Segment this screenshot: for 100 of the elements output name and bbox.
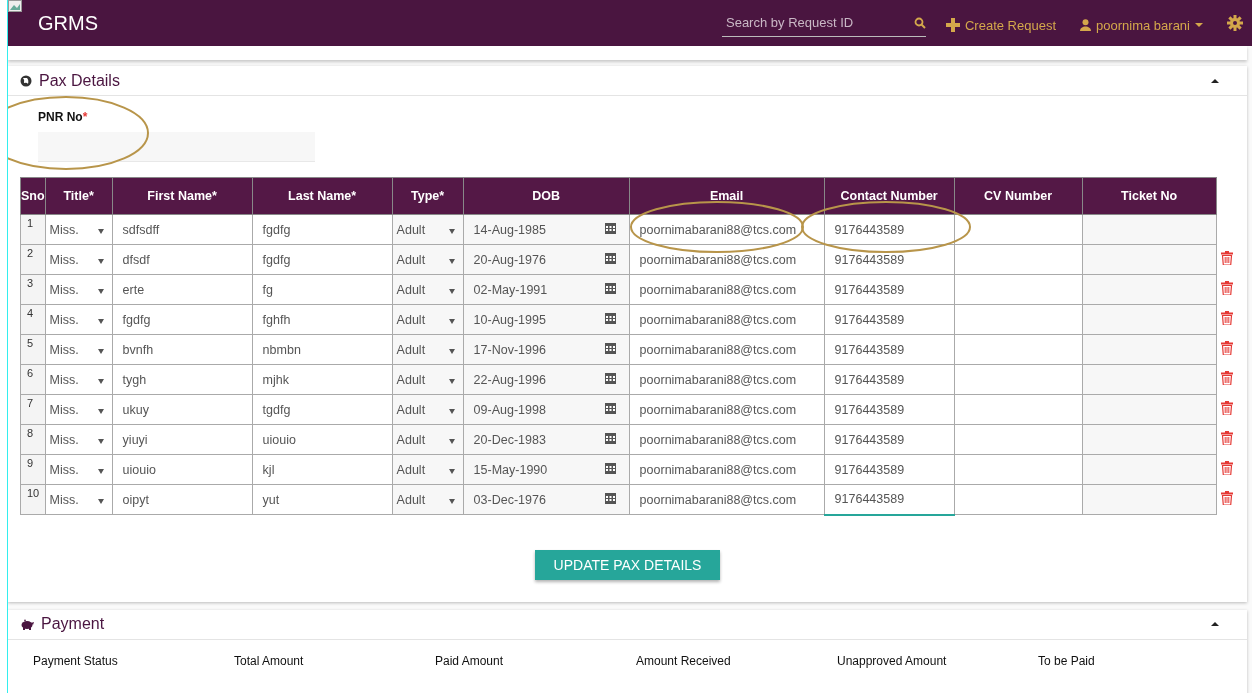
trash-icon[interactable] [1220,341,1233,355]
input-field[interactable]: fgdfg [112,304,253,335]
collapse-caret-icon[interactable] [1211,78,1219,83]
select-field[interactable]: Miss. [45,394,113,425]
input-field[interactable] [954,334,1083,365]
date-field[interactable]: 02-May-1991 [463,274,630,305]
input-field[interactable]: 9176443589 [824,484,955,515]
select-field[interactable]: Miss. [45,274,113,305]
input-field[interactable] [954,304,1083,335]
input-field[interactable] [954,244,1083,275]
input-field[interactable]: tgdfg [252,394,393,425]
input-field[interactable]: yiuyi [112,424,253,455]
select-field[interactable]: Miss. [45,304,113,335]
trash-icon[interactable] [1220,251,1233,265]
input-field[interactable] [954,274,1083,305]
input-field[interactable]: 9176443589 [824,304,955,335]
select-field[interactable]: Miss. [45,244,113,275]
input-field[interactable]: bvnfh [112,334,253,365]
input-field[interactable] [1082,274,1217,305]
input-field[interactable]: poornimabarani88@tcs.com [629,244,825,275]
input-field[interactable] [1082,214,1217,245]
search-field[interactable]: Search by Request ID [722,15,914,30]
collapse-caret-icon[interactable] [1211,622,1219,626]
select-field[interactable]: Miss. [45,334,113,365]
input-field[interactable]: poornimabarani88@tcs.com [629,364,825,395]
input-field[interactable]: 9176443589 [824,244,955,275]
input-field[interactable]: 9176443589 [824,334,955,365]
trash-icon[interactable] [1220,431,1233,445]
date-field[interactable]: 20-Aug-1976 [463,244,630,275]
trash-icon[interactable] [1220,281,1233,295]
date-field[interactable]: 03-Dec-1976 [463,484,630,515]
input-field[interactable]: sdfsdff [112,214,253,245]
input-field[interactable] [1082,334,1217,365]
input-field[interactable] [1082,304,1217,335]
input-field[interactable]: 9176443589 [824,454,955,485]
date-field[interactable]: 14-Aug-1985 [463,214,630,245]
input-field[interactable]: poornimabarani88@tcs.com [629,304,825,335]
input-field[interactable]: yut [252,484,393,515]
input-field[interactable]: poornimabarani88@tcs.com [629,214,825,245]
create-request-link[interactable]: Create Request [946,17,1057,33]
input-field[interactable] [1082,454,1217,485]
input-field[interactable]: poornimabarani88@tcs.com [629,334,825,365]
input-field[interactable] [954,364,1083,395]
input-field[interactable] [1082,244,1217,275]
trash-icon[interactable] [1220,311,1233,325]
input-field[interactable]: poornimabarani88@tcs.com [629,394,825,425]
input-field[interactable]: oipyt [112,484,253,515]
input-field[interactable] [1082,394,1217,425]
trash-icon[interactable] [1220,461,1233,475]
select-field[interactable]: Adult [392,274,464,305]
select-field[interactable]: Miss. [45,214,113,245]
input-field[interactable]: fgdfg [252,244,393,275]
input-field[interactable]: poornimabarani88@tcs.com [629,454,825,485]
input-field[interactable]: tygh [112,364,253,395]
input-field[interactable]: 9176443589 [824,364,955,395]
select-field[interactable]: Miss. [45,454,113,485]
select-field[interactable]: Adult [392,454,464,485]
input-field[interactable]: poornimabarani88@tcs.com [629,484,825,515]
input-field[interactable] [954,424,1083,455]
input-field[interactable]: poornimabarani88@tcs.com [629,424,825,455]
select-field[interactable]: Adult [392,214,464,245]
input-field[interactable]: 9176443589 [824,424,955,455]
select-field[interactable]: Adult [392,424,464,455]
date-field[interactable]: 10-Aug-1995 [463,304,630,335]
select-field[interactable]: Adult [392,304,464,335]
input-field[interactable]: erte [112,274,253,305]
input-field[interactable]: fg [252,274,393,305]
date-field[interactable]: 22-Aug-1996 [463,364,630,395]
select-field[interactable]: Miss. [45,484,113,515]
input-field[interactable]: 9176443589 [824,274,955,305]
input-field[interactable]: dfsdf [112,244,253,275]
select-field[interactable]: Adult [392,364,464,395]
input-field[interactable]: 9176443589 [824,394,955,425]
input-field[interactable]: uiouio [252,424,393,455]
select-field[interactable]: Adult [392,484,464,515]
date-field[interactable]: 09-Aug-1998 [463,394,630,425]
user-menu[interactable]: poornima barani [1080,17,1203,33]
input-field[interactable] [1082,484,1217,515]
input-field[interactable]: fgdfg [252,214,393,245]
select-field[interactable]: Adult [392,394,464,425]
input-field[interactable] [1082,364,1217,395]
input-field[interactable]: ukuy [112,394,253,425]
date-field[interactable]: 17-Nov-1996 [463,334,630,365]
input-field[interactable]: uiouio [112,454,253,485]
trash-icon[interactable] [1220,491,1233,505]
input-field[interactable] [954,394,1083,425]
input-field[interactable]: kjl [252,454,393,485]
pnr-input-field[interactable] [38,132,315,162]
select-field[interactable]: Adult [392,244,464,275]
input-field[interactable]: nbmbn [252,334,393,365]
trash-icon[interactable] [1220,401,1233,415]
date-field[interactable]: 20-Dec-1983 [463,424,630,455]
input-field[interactable]: fghfh [252,304,393,335]
input-field[interactable]: mjhk [252,364,393,395]
input-field[interactable]: poornimabarani88@tcs.com [629,274,825,305]
date-field[interactable]: 15-May-1990 [463,454,630,485]
trash-icon[interactable] [1220,371,1233,385]
input-field[interactable] [1082,424,1217,455]
input-field[interactable] [954,214,1083,245]
select-field[interactable]: Miss. [45,364,113,395]
